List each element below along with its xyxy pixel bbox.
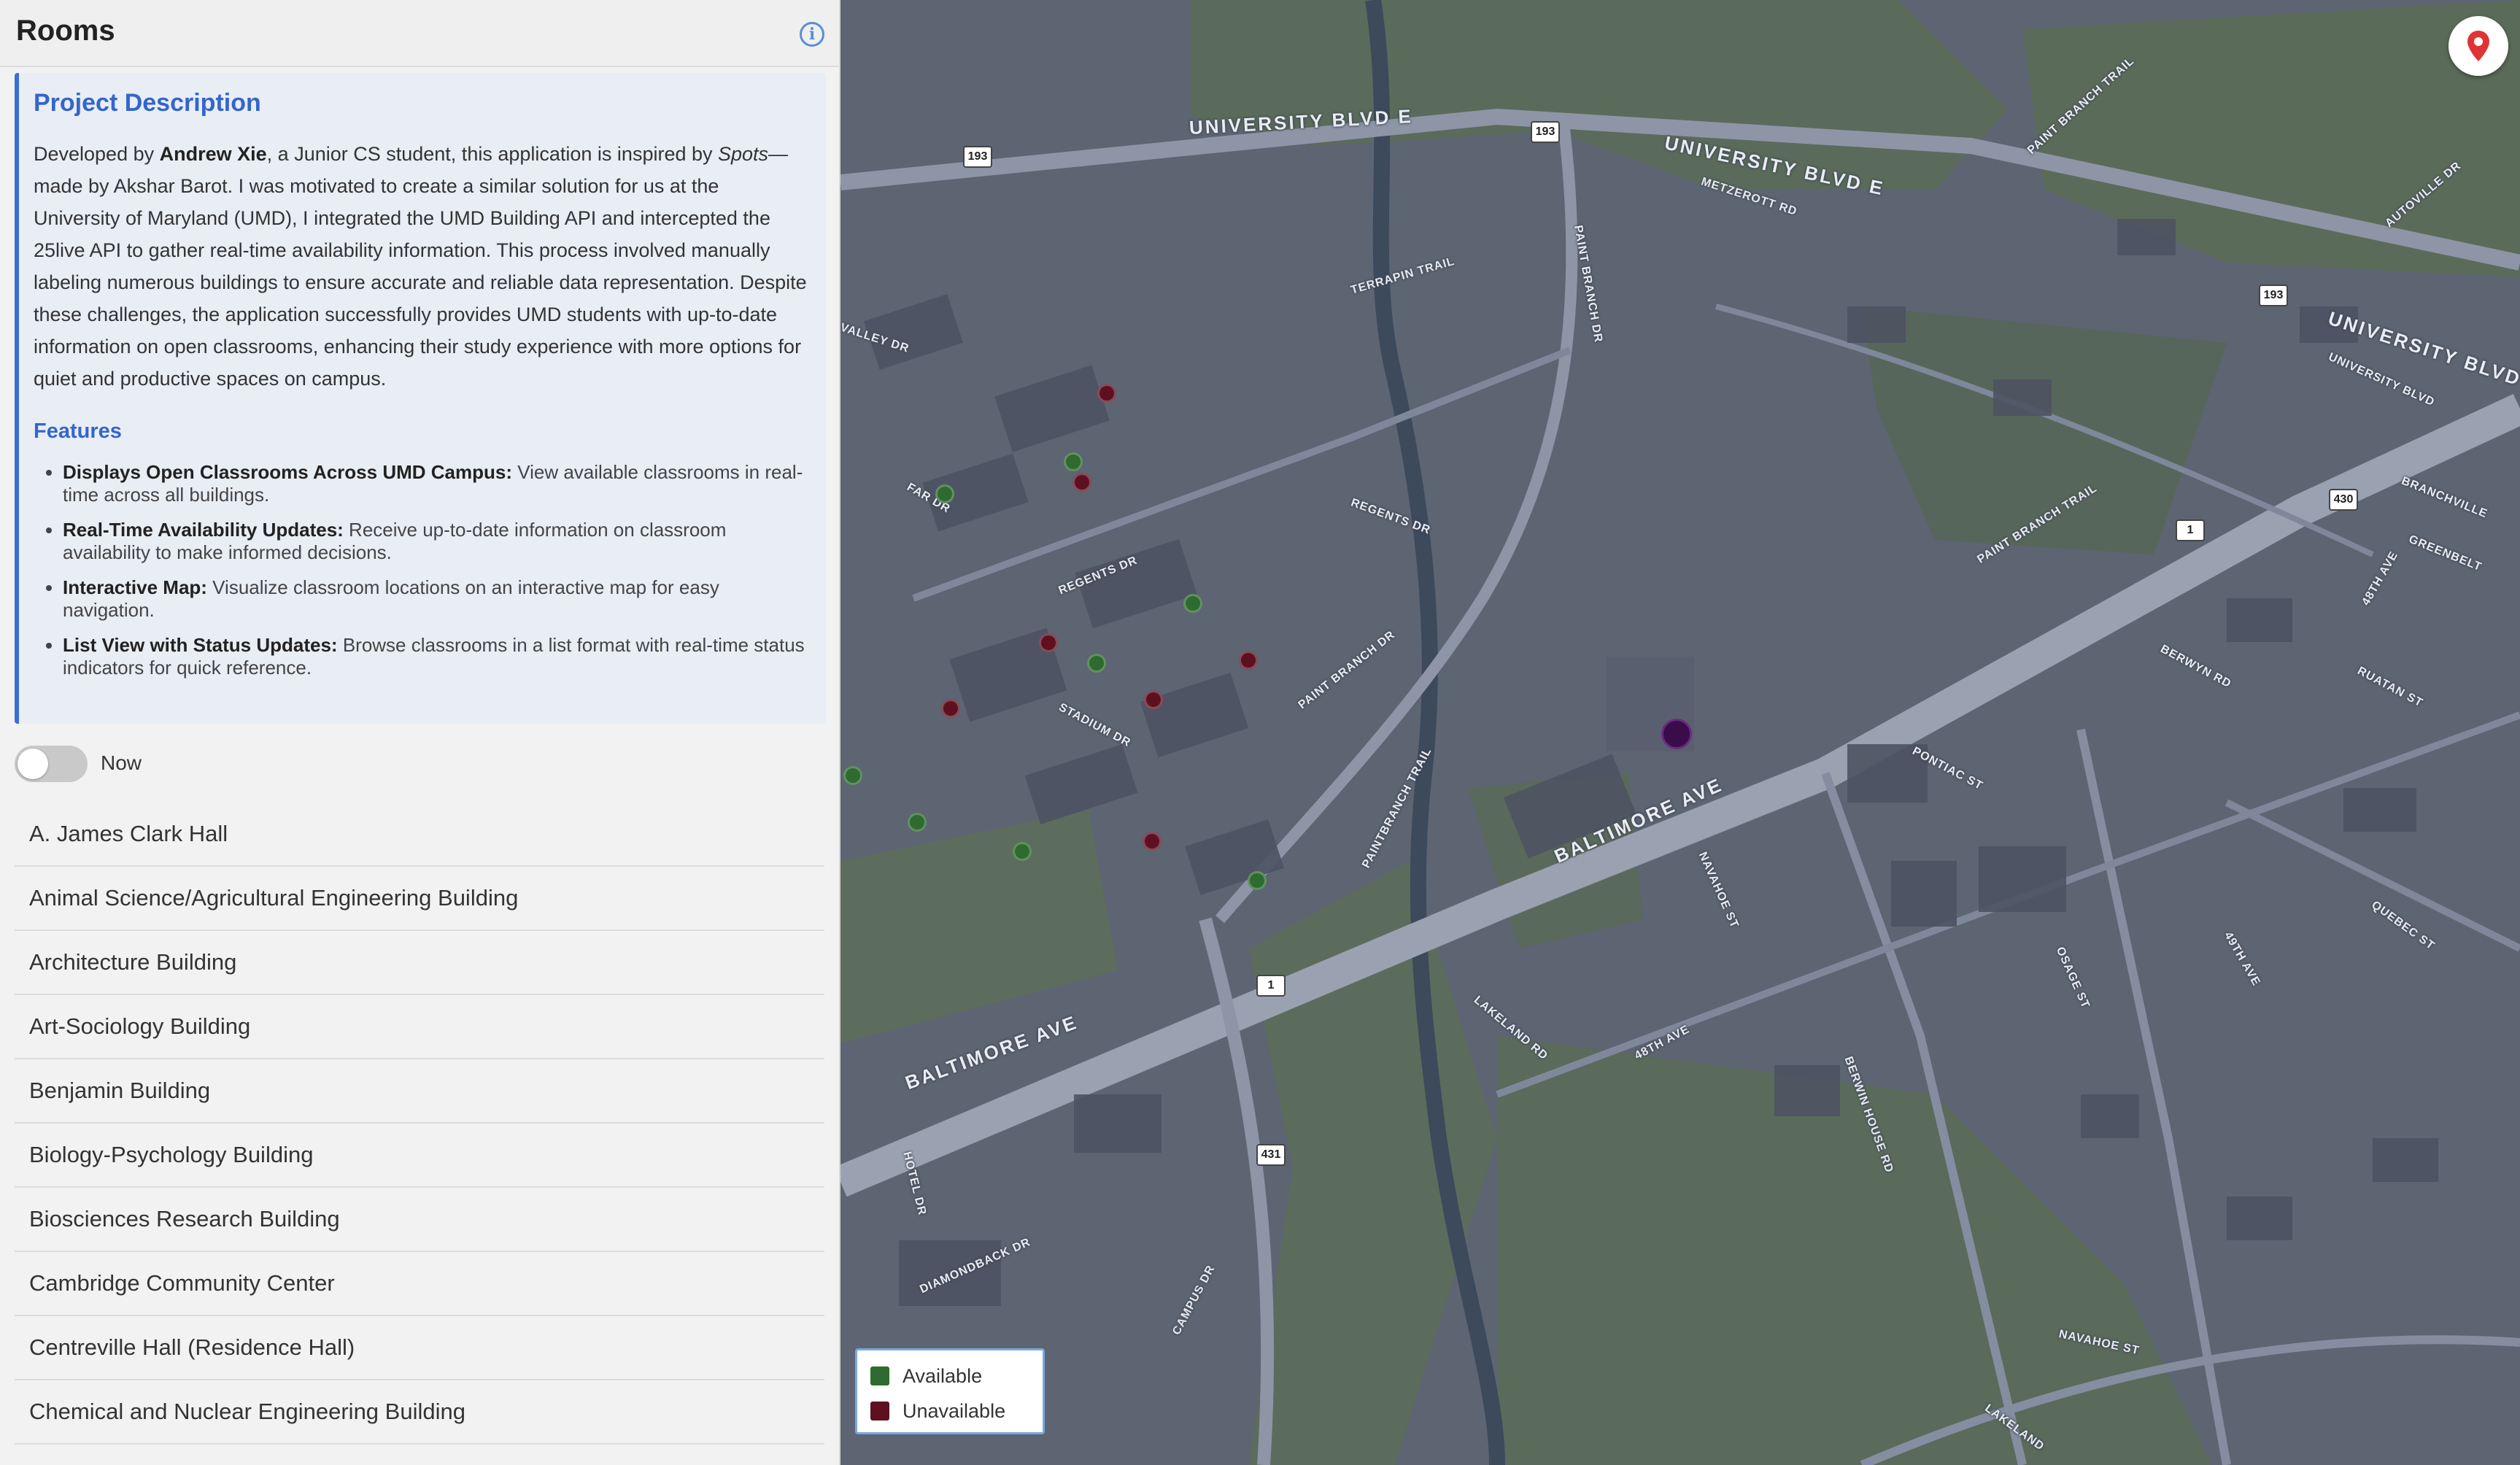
page-title: Rooms	[16, 15, 115, 47]
room-marker-available[interactable]	[1087, 654, 1106, 673]
room-marker-available[interactable]	[1248, 871, 1267, 890]
route-shield: 1	[1256, 975, 1286, 997]
feature-title: Interactive Map:	[63, 576, 207, 598]
building-list-item[interactable]: Cambridge Community Center	[15, 1252, 824, 1316]
feature-title: List View with Status Updates:	[63, 634, 338, 656]
locate-button[interactable]	[2449, 16, 2508, 76]
room-marker-unavailable[interactable]	[1039, 633, 1058, 652]
toggle-knob	[18, 749, 48, 779]
building-list-item[interactable]: Biology-Psychology Building	[15, 1124, 824, 1188]
inspired-app-name: Spots	[718, 143, 769, 165]
feature-title: Real-Time Availability Updates:	[63, 519, 344, 541]
current-location-marker[interactable]	[1661, 719, 1692, 749]
room-marker-unavailable[interactable]	[1144, 690, 1163, 709]
building-list: A. James Clark Hall Animal Science/Agric…	[15, 803, 824, 1445]
building-list-item[interactable]: A. James Clark Hall	[15, 803, 824, 867]
project-description-text: Developed by Andrew Xie, a Junior CS stu…	[34, 138, 807, 395]
app: Rooms i Project Description Developed by…	[0, 0, 2520, 1465]
feature-item: Real-Time Availability Updates: Receive …	[63, 519, 807, 564]
info-icon[interactable]: i	[800, 22, 824, 47]
room-marker-available[interactable]	[1183, 594, 1202, 613]
route-shield: 193	[963, 146, 992, 168]
available-swatch	[870, 1367, 889, 1385]
description-intro: Developed by	[34, 143, 160, 165]
feature-title: Displays Open Classrooms Across UMD Camp…	[63, 461, 512, 483]
route-shield: 1	[2176, 519, 2205, 541]
author-name: Andrew Xie	[159, 143, 267, 165]
building-list-item[interactable]: Biosciences Research Building	[15, 1188, 824, 1252]
project-description-title: Project Description	[34, 89, 261, 117]
building-list-item[interactable]: Art-Sociology Building	[15, 995, 824, 1059]
route-shield: 430	[2329, 489, 2358, 511]
description-rest: —made by Akshar Barot. I was motivated t…	[34, 143, 807, 390]
building-list-item[interactable]: Animal Science/Agricultural Engineering …	[15, 867, 824, 931]
now-toggle-row: Now	[15, 744, 306, 784]
building-list-item[interactable]: Centreville Hall (Residence Hall)	[15, 1316, 824, 1380]
description-part: , a Junior CS student, this application …	[266, 143, 718, 165]
campus-map[interactable]: UNIVERSITY BLVD E UNIVERSITY BLVD E UNIV…	[840, 0, 2520, 1465]
now-toggle-label: Now	[101, 751, 142, 774]
legend-unavailable-label: Unavailable	[903, 1400, 1006, 1422]
project-description-card: Project Description Developed by Andrew …	[15, 73, 826, 724]
building-list-item[interactable]: Architecture Building	[15, 931, 824, 995]
sidebar-header: Rooms i	[0, 0, 839, 67]
map-pin-icon	[2467, 31, 2489, 61]
room-marker-available[interactable]	[908, 813, 927, 832]
building-list-item[interactable]: Chemical and Nuclear Engineering Buildin…	[15, 1380, 824, 1445]
now-toggle[interactable]	[15, 746, 88, 782]
legend-available-label: Available	[903, 1365, 983, 1387]
room-marker-unavailable[interactable]	[1143, 832, 1162, 851]
features-list: Displays Open Classrooms Across UMD Camp…	[34, 461, 807, 679]
room-marker-unavailable[interactable]	[1097, 384, 1116, 403]
feature-item: Displays Open Classrooms Across UMD Camp…	[63, 461, 807, 506]
building-list-item[interactable]: Benjamin Building	[15, 1059, 824, 1124]
room-marker-available[interactable]	[935, 484, 954, 503]
features-title: Features	[34, 420, 122, 443]
route-shield: 193	[1531, 121, 1560, 143]
unavailable-swatch	[870, 1402, 889, 1420]
legend-available: Available	[870, 1361, 1043, 1396]
room-marker-available[interactable]	[843, 766, 862, 785]
room-marker-unavailable[interactable]	[1239, 651, 1258, 670]
room-marker-available[interactable]	[1064, 452, 1083, 471]
room-marker-available[interactable]	[1013, 842, 1032, 861]
feature-item: List View with Status Updates: Browse cl…	[63, 634, 807, 679]
legend-unavailable: Unavailable	[870, 1396, 1043, 1431]
map-legend: Available Unavailable	[855, 1348, 1045, 1434]
feature-item: Interactive Map: Visualize classroom loc…	[63, 576, 807, 622]
room-marker-unavailable[interactable]	[941, 699, 960, 718]
route-shield: 431	[1256, 1144, 1286, 1166]
room-marker-unavailable[interactable]	[1072, 473, 1091, 492]
sidebar: Rooms i Project Description Developed by…	[0, 0, 840, 1465]
route-shield: 193	[2259, 285, 2288, 306]
